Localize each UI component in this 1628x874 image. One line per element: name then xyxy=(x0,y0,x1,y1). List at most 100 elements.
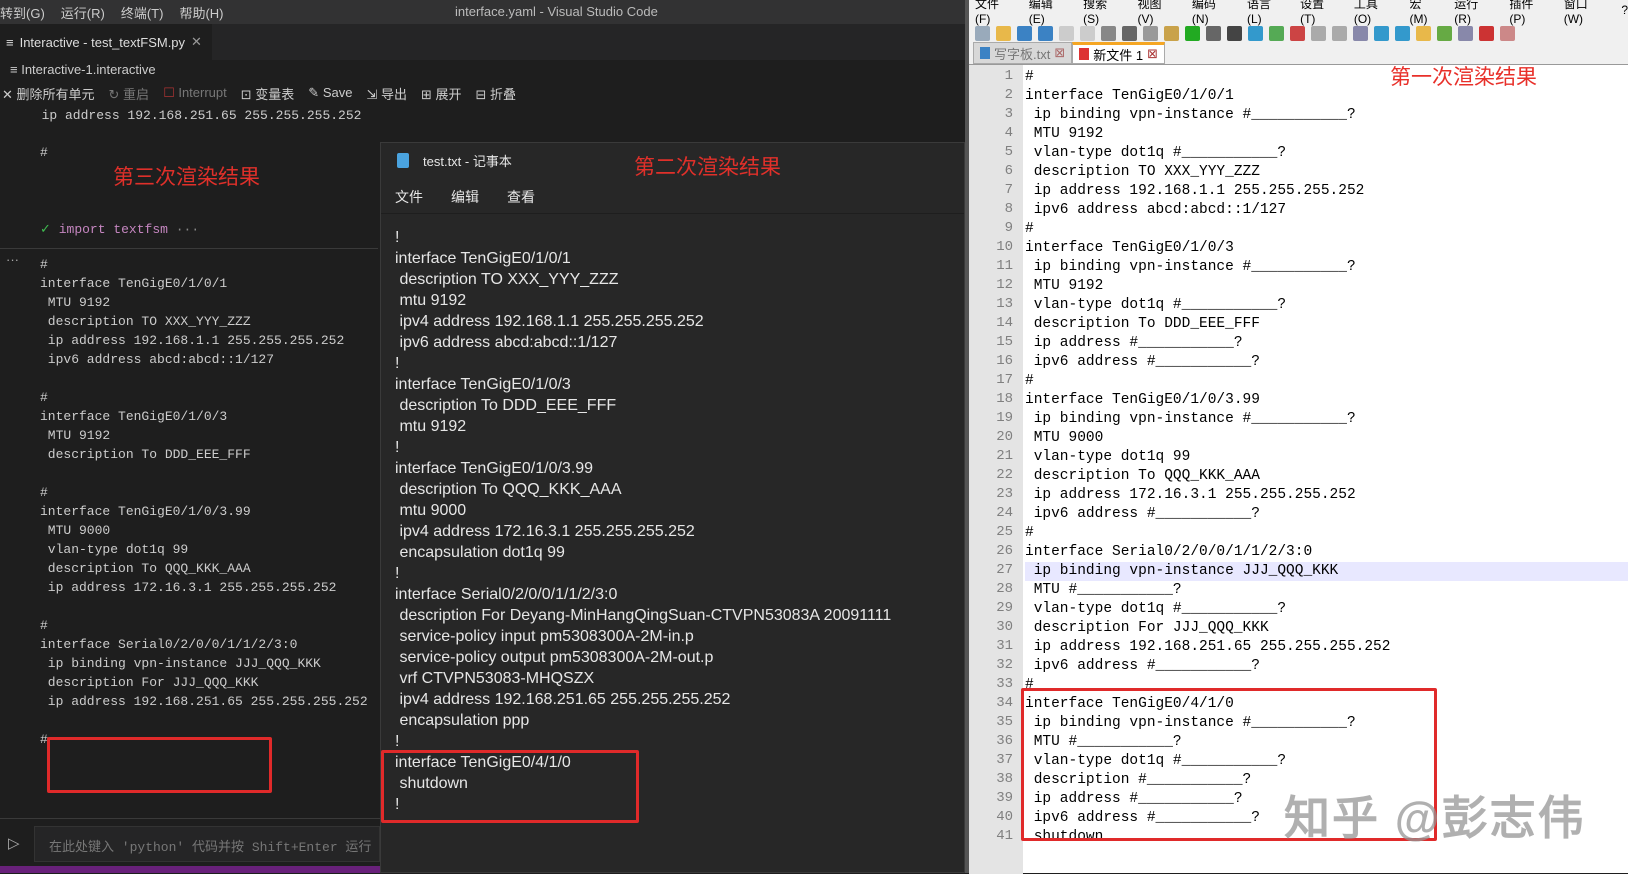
variables-button[interactable]: ⊡ 变量表 xyxy=(241,84,295,103)
annotation-second-render: 第二次渲染结果 xyxy=(634,156,781,179)
menu-terminal[interactable]: 终端(T) xyxy=(121,3,164,22)
npp-menu-item[interactable]: 插件(P) xyxy=(1509,0,1547,26)
code-line: description TO XXX_YYY_ZZZ xyxy=(1025,164,1260,180)
clear-label: 删除所有单元 xyxy=(16,86,95,102)
code-line: vlan-type dot1q #___________? xyxy=(1025,297,1287,313)
export-button[interactable]: ⇲ 导出 xyxy=(366,84,407,103)
toolbar-icon[interactable] xyxy=(975,25,990,41)
toolbar-icon[interactable] xyxy=(1269,25,1284,41)
line-number: 27 xyxy=(996,562,1013,578)
code-line: ip binding vpn-instance #___________? xyxy=(1025,411,1356,427)
toolbar-icon[interactable] xyxy=(1395,25,1410,41)
code-line: interface TenGigE0/1/0/3 xyxy=(1025,240,1234,256)
output-hash: # xyxy=(40,145,48,160)
code-line: ip address 172.16.3.1 255.255.255.252 xyxy=(1025,487,1356,503)
toolbar-icon[interactable] xyxy=(1059,25,1074,41)
code-line: ipv6 address #___________? xyxy=(1025,354,1260,370)
line-number: 18 xyxy=(996,391,1013,407)
variables-label: 变量表 xyxy=(255,86,295,102)
code-line: ipv6 address abcd:abcd::1/127 xyxy=(1025,202,1287,218)
toolbar-icon[interactable] xyxy=(1353,25,1368,41)
code-line: MTU 9192 xyxy=(1025,278,1104,294)
code-line: vlan-type dot1q #___________? xyxy=(1025,601,1287,617)
more-icon[interactable]: ··· xyxy=(6,252,19,267)
close-icon[interactable]: ⊠ xyxy=(1147,46,1158,62)
toolbar-icon[interactable] xyxy=(996,25,1011,41)
close-icon[interactable]: ✕ xyxy=(191,34,202,50)
line-number: 17 xyxy=(996,372,1013,388)
line-number: 34 xyxy=(996,695,1013,711)
toolbar-icon[interactable] xyxy=(1101,25,1116,41)
save-label: Save xyxy=(322,85,353,100)
toolbar-icon[interactable] xyxy=(1080,25,1095,41)
menu-view[interactable]: 查看 xyxy=(507,187,535,207)
clear-all-button[interactable]: ✕ 删除所有单元 xyxy=(2,84,95,103)
menu-edit[interactable]: 编辑 xyxy=(451,187,479,207)
code-line: MTU 9000 xyxy=(1025,430,1104,446)
toolbar-icon[interactable] xyxy=(1311,25,1326,41)
toolbar-icon[interactable] xyxy=(1164,25,1179,41)
menu-run[interactable]: 运行(R) xyxy=(61,3,105,22)
line-number: 4 xyxy=(1004,125,1013,141)
menu-file[interactable]: 文件 xyxy=(395,187,423,207)
npp-menu-item[interactable]: ? xyxy=(1621,3,1628,17)
code-line: MTU #___________? xyxy=(1025,582,1182,598)
interactive-toolbar: ✕ 删除所有单元 ↻ 重启 ☐ Interrupt ⊡ 变量表 ✎ Save ⇲… xyxy=(0,82,516,104)
line-number: 38 xyxy=(996,771,1013,787)
toolbar-icon[interactable] xyxy=(1290,25,1305,41)
toolbar-icon[interactable] xyxy=(1479,25,1494,41)
divider xyxy=(0,818,380,819)
close-icon[interactable]: ⊠ xyxy=(1054,45,1065,61)
toolbar-icon[interactable] xyxy=(1143,25,1158,41)
line-number: 15 xyxy=(996,334,1013,350)
line-number: 30 xyxy=(996,619,1013,635)
toolbar-icon[interactable] xyxy=(1227,25,1242,41)
menu-goto[interactable]: 转到(G) xyxy=(0,3,45,22)
line-number: 32 xyxy=(996,657,1013,673)
code-line: ip binding vpn-instance #___________? xyxy=(1025,107,1356,123)
npp-menu-item[interactable]: 窗口(W) xyxy=(1564,0,1606,26)
breadcrumb[interactable]: ≡ Interactive-1.interactive xyxy=(10,62,156,77)
python-input[interactable]: 在此处键入 'python' 代码并按 Shift+Enter 运行 xyxy=(34,826,380,862)
expand-button[interactable]: ⊞ 展开 xyxy=(421,84,462,103)
toolbar-icon[interactable] xyxy=(1017,25,1032,41)
code-cell[interactable]: ✓ import textfsm ··· xyxy=(40,222,199,237)
editor[interactable]: 1 #2 interface TenGigE0/1/0/1 3 ip binding … xyxy=(969,64,1628,874)
tab-wordpad-txt[interactable]: 写字板.txt ⊠ xyxy=(973,42,1073,64)
restart-button[interactable]: ↻ 重启 xyxy=(109,84,150,103)
tab-interactive[interactable]: ≡ Interactive - test_textFSM.py ✕ xyxy=(0,24,212,60)
line-number: 6 xyxy=(1004,163,1013,179)
toolbar-icon[interactable] xyxy=(1437,25,1452,41)
toolbar-icon[interactable] xyxy=(1332,25,1347,41)
annotation-first-render: 第一次渲染结果 xyxy=(1390,66,1537,89)
annotation-third-render: 第三次渲染结果 xyxy=(113,166,260,189)
tab-new-file-1[interactable]: 新文件 1 ⊠ xyxy=(1072,42,1165,64)
code-line: description For JJJ_QQQ_KKK xyxy=(1025,620,1269,636)
run-icon[interactable]: ▷ xyxy=(8,834,20,852)
line-number: 12 xyxy=(996,277,1013,293)
line-number: 33 xyxy=(996,676,1013,692)
notepad-menubar: 文件 编辑 查看 xyxy=(395,187,535,207)
line-number: 24 xyxy=(996,505,1013,521)
code-line: # xyxy=(1025,221,1034,237)
toolbar-icon[interactable] xyxy=(1185,25,1200,41)
notepad-text-area[interactable]: ! interface TenGigE0/1/0/1 description T… xyxy=(395,227,891,815)
interrupt-button[interactable]: ☐ Interrupt xyxy=(163,85,227,101)
toolbar-icon[interactable] xyxy=(1374,25,1389,41)
menu-help[interactable]: 帮助(H) xyxy=(179,3,223,22)
collapse-button[interactable]: ⊟ 折叠 xyxy=(476,84,517,103)
notepadpp-menubar: 文件(F) 编辑(E) 搜索(S) 视图(V) 编码(N) 语言(L) 设置(T) 工具(O)… xyxy=(975,0,1628,26)
notepad-icon xyxy=(397,153,409,168)
save-button[interactable]: ✎ Save xyxy=(308,85,352,101)
toolbar-icon[interactable] xyxy=(1416,25,1431,41)
toolbar-icon[interactable] xyxy=(1122,25,1137,41)
line-number: 21 xyxy=(996,448,1013,464)
toolbar-icon[interactable] xyxy=(1500,25,1515,41)
toolbar-icon[interactable] xyxy=(1248,25,1263,41)
toolbar-icon[interactable] xyxy=(1458,25,1473,41)
code-line: # xyxy=(1025,69,1034,85)
line-number: 39 xyxy=(996,790,1013,806)
toolbar-icon[interactable] xyxy=(1038,25,1053,41)
toolbar-icon[interactable] xyxy=(1206,25,1221,41)
line-number: 5 xyxy=(1004,144,1013,160)
